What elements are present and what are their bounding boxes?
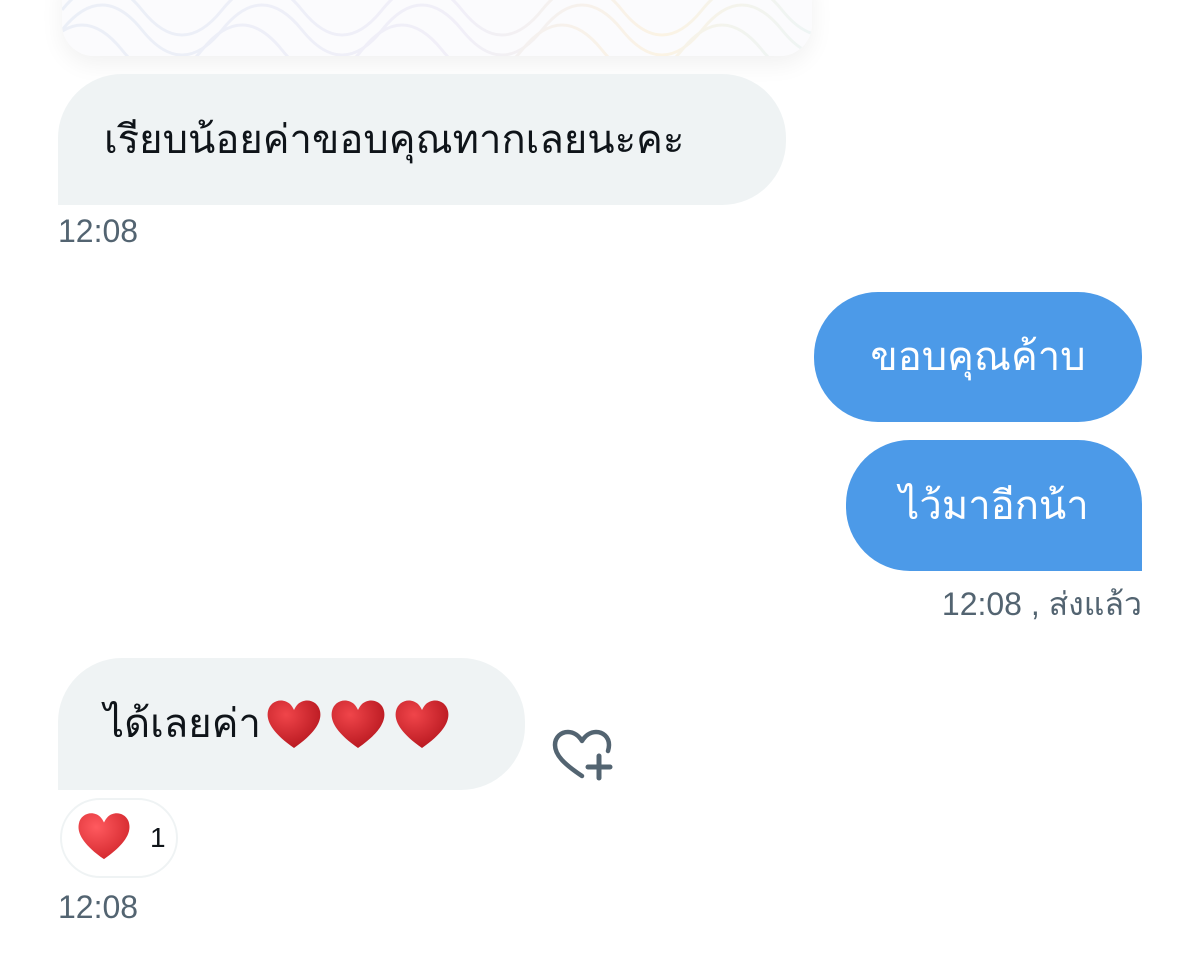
heart-emoji-icon bbox=[393, 698, 451, 750]
reaction-count: 1 bbox=[150, 822, 166, 853]
message-text: ได้เลยค่า bbox=[104, 701, 261, 747]
heart-reaction-icon bbox=[76, 810, 132, 866]
heart-emojis bbox=[265, 698, 451, 750]
message-timestamp: 12:08 bbox=[58, 213, 139, 249]
incoming-message[interactable]: ได้เลยค่า bbox=[58, 658, 525, 790]
message-text: ไว้มาอีกน้า bbox=[899, 482, 1089, 529]
outgoing-message[interactable]: ขอบคุณค้าบ bbox=[814, 292, 1142, 422]
heart-emoji-icon bbox=[329, 698, 387, 750]
outgoing-message[interactable]: ไว้มาอีกน้า bbox=[846, 440, 1142, 571]
message-text: ขอบคุณค้าบ bbox=[870, 334, 1086, 380]
incoming-message[interactable]: เรียบน้อยค่าขอบคุณทากเลยนะคะ bbox=[58, 74, 786, 205]
reaction-pill[interactable]: 1 bbox=[60, 798, 178, 878]
message-timestamp: 12:08 bbox=[58, 889, 139, 925]
add-reaction-button[interactable] bbox=[552, 728, 616, 784]
heart-emoji-icon bbox=[265, 698, 323, 750]
media-card[interactable] bbox=[62, 0, 812, 56]
message-status-timestamp: 12:08 , ส่งแล้ว bbox=[941, 586, 1142, 622]
media-pattern bbox=[62, 0, 812, 56]
message-text: เรียบน้อยค่าขอบคุณทากเลยนะคะ bbox=[104, 116, 685, 163]
heart-plus-icon bbox=[552, 729, 613, 781]
